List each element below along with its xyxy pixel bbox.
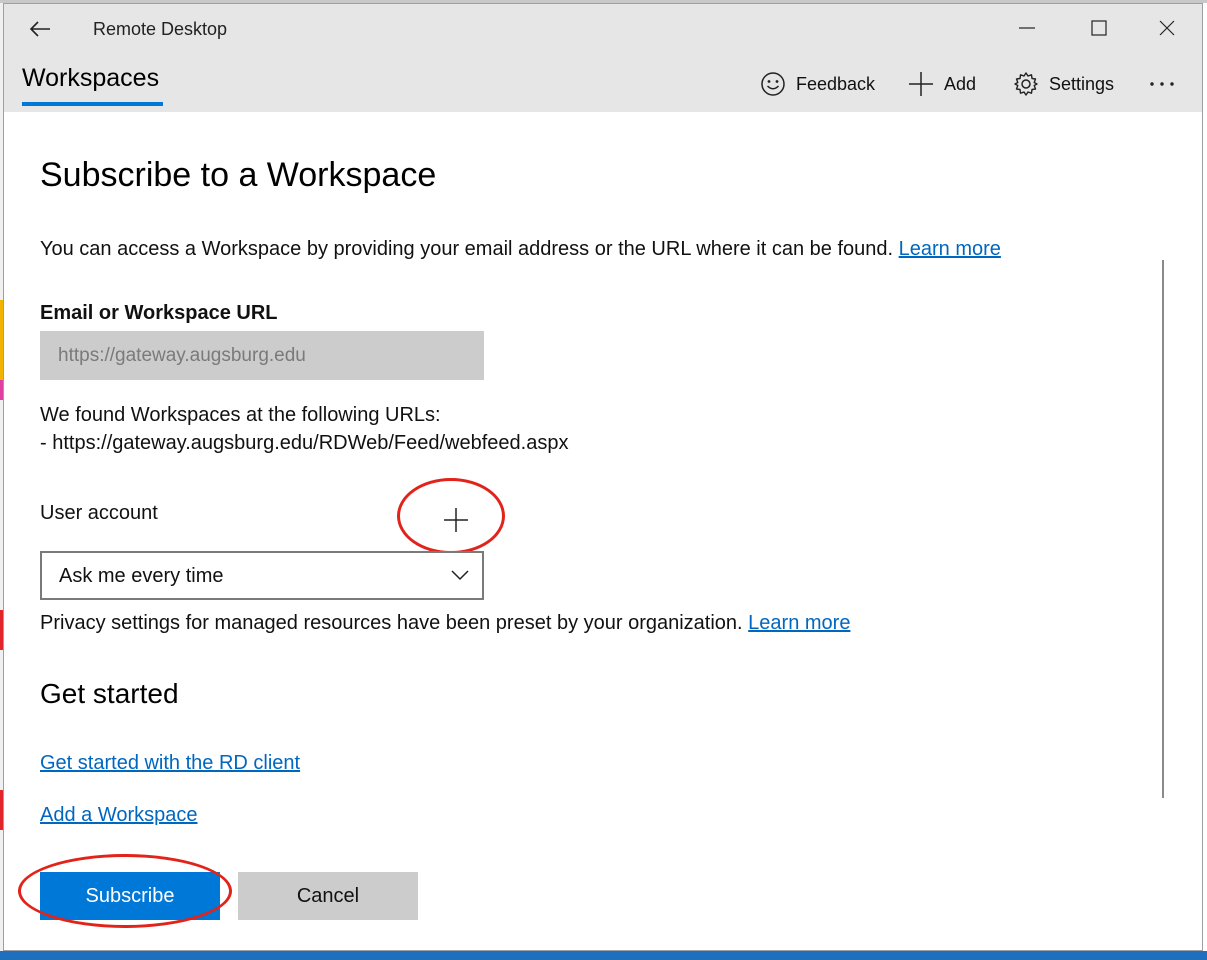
cancel-button[interactable]: Cancel	[238, 872, 418, 920]
more-dots-icon	[1150, 82, 1174, 86]
minimize-icon	[1019, 27, 1035, 29]
feedback-label: Feedback	[796, 73, 876, 94]
privacy-body: Privacy settings for managed resources h…	[40, 612, 743, 634]
tab-workspaces-indicator	[22, 102, 163, 106]
close-button[interactable]	[1144, 10, 1190, 46]
settings-button[interactable]: Settings	[1013, 68, 1114, 100]
settings-label: Settings	[1049, 73, 1115, 94]
maximize-icon	[1091, 20, 1107, 36]
plus-icon	[909, 72, 933, 96]
smiley-icon	[761, 72, 785, 96]
subscribe-panel: Subscribe to a Workspace You can access …	[4, 112, 1202, 950]
user-account-dropdown[interactable]: Ask me every time	[40, 551, 484, 600]
tab-workspaces[interactable]: Workspaces	[22, 64, 159, 93]
maximize-button[interactable]	[1076, 10, 1122, 46]
annotation-ring	[18, 854, 232, 928]
learn-more-link[interactable]: Learn more	[899, 238, 1001, 260]
gear-icon	[1014, 72, 1038, 96]
minimize-button[interactable]	[1004, 10, 1050, 46]
chevron-down-icon	[451, 570, 469, 581]
back-arrow-icon	[29, 21, 50, 37]
page-title: Subscribe to a Workspace	[40, 156, 437, 194]
add-workspace-link[interactable]: Add a Workspace	[40, 804, 198, 826]
close-icon	[1159, 20, 1175, 36]
vertical-scrollbar[interactable]	[1162, 260, 1164, 798]
get-started-heading: Get started	[40, 678, 179, 709]
desktop-taskbar-edge	[0, 951, 1207, 960]
found-workspaces-intro: We found Workspaces at the following URL…	[40, 404, 441, 426]
add-button[interactable]: Add	[908, 68, 976, 100]
add-label: Add	[944, 73, 977, 94]
back-button[interactable]	[20, 12, 60, 46]
user-account-label: User account	[40, 502, 158, 524]
get-started-rd-client-link[interactable]: Get started with the RD client	[40, 752, 300, 774]
add-workspace-link-wrapper: Add a Workspace	[40, 804, 198, 827]
found-workspace-url: - https://gateway.augsburg.edu/RDWeb/Fee…	[40, 432, 569, 454]
user-account-selected: Ask me every time	[59, 565, 224, 587]
description-body: You can access a Workspace by providing …	[40, 238, 894, 260]
email-or-url-input[interactable]	[40, 331, 484, 380]
email-field-label: Email or Workspace URL	[40, 302, 278, 324]
feedback-button[interactable]: Feedback	[760, 68, 875, 100]
privacy-learn-more-link[interactable]: Learn more	[748, 612, 850, 634]
get-started-link-wrapper: Get started with the RD client	[40, 752, 300, 775]
app-title: Remote Desktop	[93, 19, 228, 39]
remote-desktop-window: Remote Desktop Workspaces Feedback Add S…	[3, 3, 1203, 951]
privacy-notice: Privacy settings for managed resources h…	[40, 612, 850, 635]
more-options-button[interactable]	[1148, 68, 1186, 100]
description-text: You can access a Workspace by providing …	[40, 238, 1001, 261]
title-bar: Remote Desktop Workspaces Feedback Add S…	[4, 4, 1202, 112]
annotation-ring	[397, 478, 505, 554]
